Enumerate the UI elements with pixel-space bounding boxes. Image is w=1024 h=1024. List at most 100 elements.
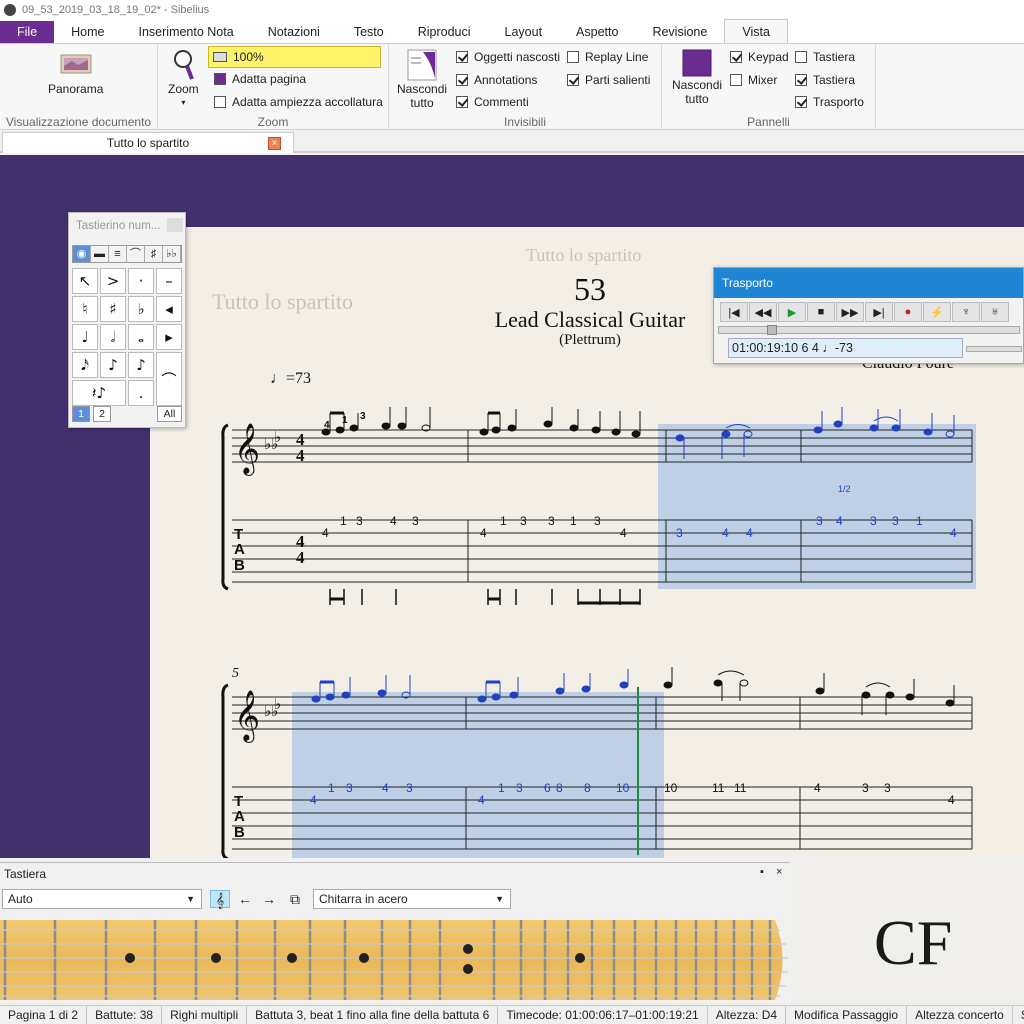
tab-appearance[interactable]: Aspetto (559, 21, 635, 43)
hide-all-invisibles-button[interactable]: Nascondi tutto (397, 48, 447, 110)
keypad-key[interactable]: ♪ (100, 352, 126, 378)
close-tab-icon[interactable]: × (268, 137, 281, 150)
panorama-button[interactable]: Panorama (48, 52, 103, 96)
status-timecode[interactable]: Timecode: 01:00:06:17–01:00:19:21 (498, 1006, 708, 1024)
close-icon[interactable]: × (776, 866, 782, 878)
highlights-checkbox[interactable]: Parti salienti (567, 73, 650, 87)
keypad-key[interactable]: ▸ (156, 324, 182, 350)
playback-position-thumb[interactable] (767, 325, 777, 335)
keypad-key[interactable]: – (156, 268, 182, 294)
tab-mode-icon[interactable]: 𝄞 (210, 890, 230, 908)
hidden-objects-checkbox[interactable]: Oggetti nascosti (456, 50, 560, 64)
mixer-checkbox[interactable]: Mixer (730, 73, 777, 87)
volume-slider[interactable] (966, 346, 1022, 352)
keypad-tab-articulations[interactable]: ⌒ (127, 246, 145, 262)
status-concert-pitch[interactable]: Altezza concerto (907, 1006, 1013, 1024)
hidden-objects-check[interactable] (456, 51, 468, 63)
annotations-checkbox[interactable]: Annotations (456, 73, 537, 87)
play-button[interactable]: ▶ (778, 302, 806, 322)
replay-line-checkbox[interactable]: Replay Line (567, 50, 648, 64)
keyboard-check[interactable] (795, 51, 807, 63)
live-tempo-button[interactable]: ⚡ (923, 302, 951, 322)
tab-letter-a: A (234, 541, 245, 558)
pin-icon[interactable]: ▪ (760, 866, 764, 878)
keypad-key[interactable]: ♮ (72, 296, 98, 322)
overlay-icon[interactable]: ⧉ (285, 890, 305, 908)
metronome-button[interactable]: ♆ (952, 302, 980, 322)
arrow-right-icon[interactable]: → (259, 890, 279, 908)
rewind-button[interactable]: ◀◀ (749, 302, 777, 322)
keypad-voice-2[interactable]: 2 (93, 406, 111, 422)
tab-home[interactable]: Home (54, 21, 121, 43)
keypad-key[interactable]: 𝅘𝅥𝅯 (72, 352, 98, 378)
fretboard-mode-select[interactable]: Auto ▼ (2, 889, 202, 909)
keypad-tab-beams[interactable]: ≡ (109, 246, 127, 262)
keypad-voice-1[interactable]: 1 (72, 406, 90, 422)
fretboard-checkbox[interactable]: Tastiera (795, 73, 855, 87)
keypad-tab-more-notes[interactable]: ▬ (91, 246, 109, 262)
keypad-key[interactable]: ♪ (128, 352, 154, 378)
rewind-to-start-button[interactable]: |◀ (720, 302, 748, 322)
keypad-tab-common[interactable]: ◉ (73, 246, 91, 262)
tab-num: 1 (328, 781, 335, 795)
keypad-voice-all[interactable]: All (157, 406, 182, 422)
tab-play[interactable]: Riproduci (401, 21, 488, 43)
zoom-button[interactable]: Zoom ▾ (168, 48, 199, 110)
keypad-key[interactable]: ◂ (156, 296, 182, 322)
tab-view[interactable]: Vista (724, 19, 788, 43)
score-workspace[interactable]: Tutto lo spartito Tutto lo spartito 53 L… (0, 155, 1024, 858)
stop-button[interactable]: ■ (807, 302, 835, 322)
arrow-left-icon[interactable]: ← (235, 890, 255, 908)
tab-file[interactable]: File (0, 21, 55, 43)
keypad-key[interactable]: 𝅝 (128, 324, 154, 350)
fretboard-graphic[interactable] (0, 916, 790, 1005)
fit-page-label: Adatta pagina (232, 72, 307, 86)
keypad-key-tie[interactable]: ⌒ (156, 352, 182, 406)
go-to-end-button[interactable]: ▶| (865, 302, 893, 322)
hide-all-label-1: Nascondi (397, 82, 448, 96)
mixer-check[interactable] (730, 74, 742, 86)
hide-all-panels-button[interactable]: Nascondi tutto (672, 48, 722, 106)
keypad-key-rest[interactable]: 𝄽♪ (72, 380, 126, 406)
keypad-key[interactable]: ↖ (72, 268, 98, 294)
keypad-key[interactable]: · (128, 268, 154, 294)
comments-checkbox[interactable]: Commenti (456, 95, 529, 109)
document-tab[interactable]: Tutto lo spartito × (2, 132, 294, 153)
keypad-key[interactable]: > (100, 268, 126, 294)
fit-width-button[interactable]: Adatta ampiezza accollatura (214, 95, 383, 109)
transport-checkbox[interactable]: Trasporto (795, 95, 864, 109)
keypad-close-icon[interactable] (167, 218, 183, 232)
zoom-level-field[interactable]: 100% (208, 46, 381, 68)
panorama-label: Panorama (48, 82, 104, 96)
tab-layout[interactable]: Layout (488, 21, 560, 43)
keyboard-checkbox[interactable]: Tastiera (795, 50, 855, 64)
fast-forward-button[interactable]: ▶▶ (836, 302, 864, 322)
fit-page-button[interactable]: Adatta pagina (214, 72, 306, 86)
replay-line-check[interactable] (567, 51, 579, 63)
transport-check[interactable] (795, 96, 807, 108)
document-tab-label: Tutto lo spartito (106, 136, 190, 150)
status-page[interactable]: Pagina 1 di 2 (0, 1006, 88, 1024)
keypad-key[interactable]: ♯ (100, 296, 126, 322)
keypad-checkbox[interactable]: Keypad (730, 50, 789, 64)
fretboard-check[interactable] (795, 74, 807, 86)
tab-note-input[interactable]: Inserimento Nota (122, 21, 251, 43)
tab-review[interactable]: Revisione (635, 21, 724, 43)
group-label-panels: Pannelli (747, 115, 790, 129)
tab-text[interactable]: Testo (337, 21, 401, 43)
keypad-key-dot[interactable]: . (128, 380, 154, 406)
fretboard-instrument-select[interactable]: Chitarra in acero ▼ (313, 889, 511, 909)
keypad-check[interactable] (730, 51, 742, 63)
record-button[interactable]: ● (894, 302, 922, 322)
keypad-key[interactable]: ♩ (72, 324, 98, 350)
keypad-tab-accidentals[interactable]: ♯ (145, 246, 163, 262)
highlights-check[interactable] (567, 74, 579, 86)
click-button[interactable]: ♅ (981, 302, 1009, 322)
tab-notations[interactable]: Notazioni (251, 21, 337, 43)
keypad-key[interactable]: 𝅗𝅥 (100, 324, 126, 350)
annotations-check[interactable] (456, 74, 468, 86)
playback-position-slider[interactable] (718, 325, 1020, 335)
keypad-tab-double-accidentals[interactable]: ♭♭ (163, 246, 181, 262)
keypad-key[interactable]: ♭ (128, 296, 154, 322)
comments-check[interactable] (456, 96, 468, 108)
